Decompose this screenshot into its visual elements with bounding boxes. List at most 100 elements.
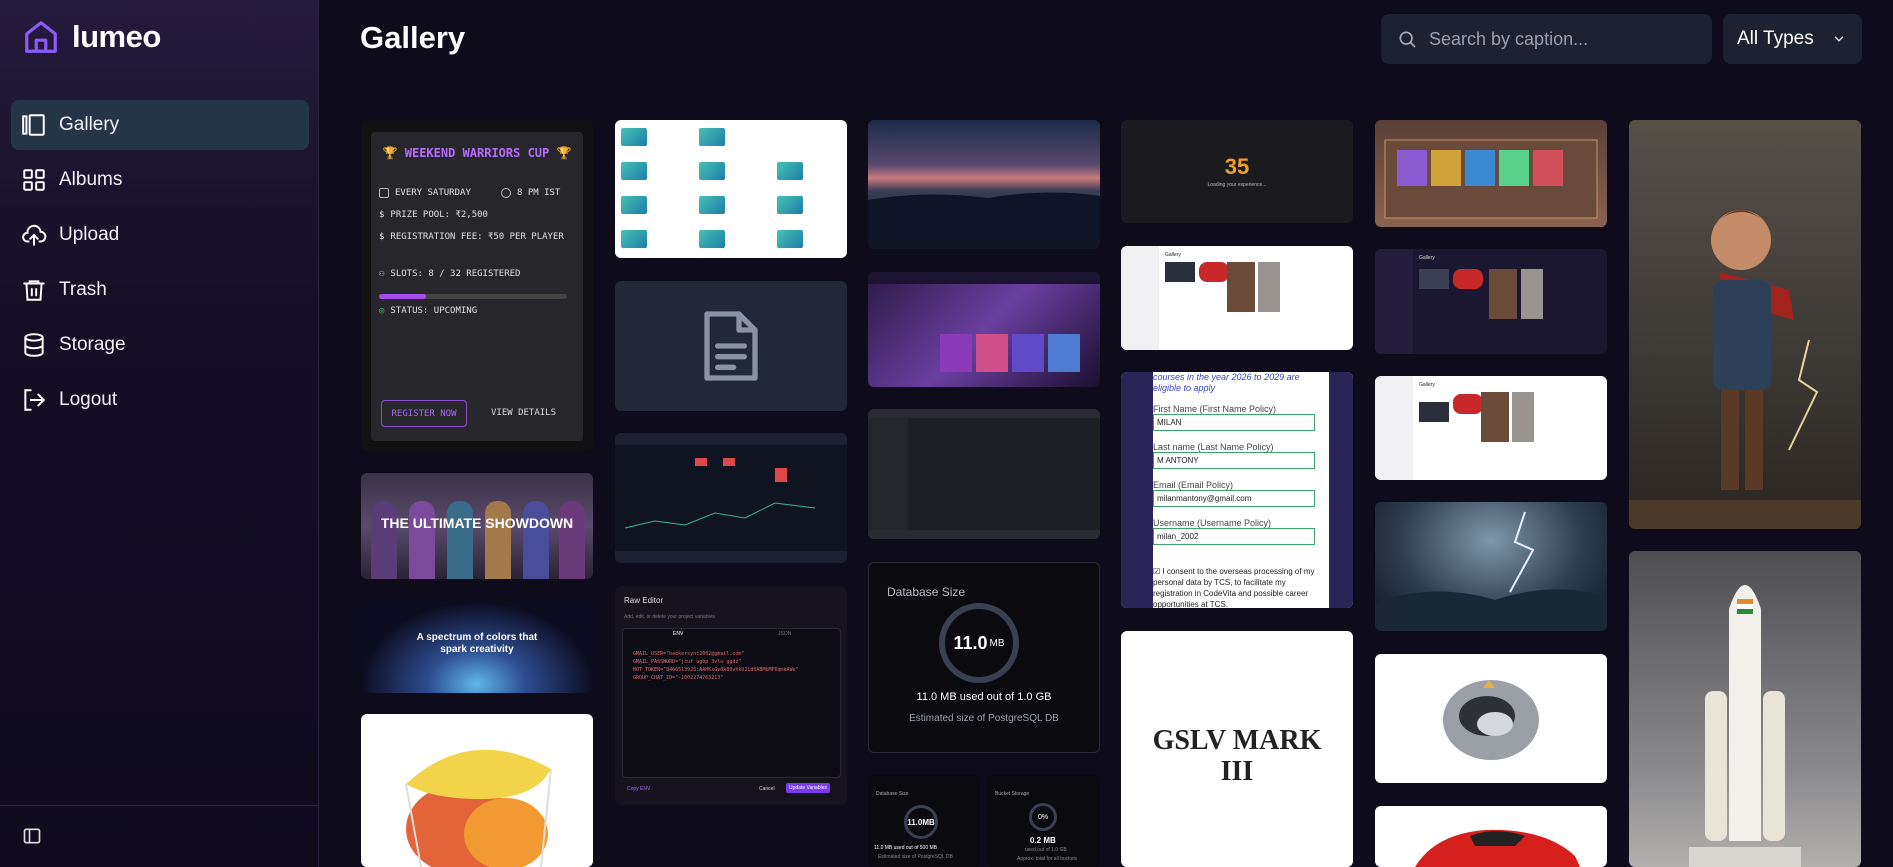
mini-thumb [1489,269,1517,319]
users-icon: ⚇ [379,269,385,279]
course-thumbnail [699,128,725,146]
sidebar: lumeo Gallery Albums Upload Trash Storag… [0,0,319,867]
email-field: milanmantony@gmail.com [1153,490,1315,507]
sidebar-toggle-icon[interactable] [22,826,42,846]
chevron-down-icon [1834,36,1844,42]
sidebar-item-gallery[interactable]: Gallery [11,100,309,150]
database-size-unit: MB [989,637,1005,649]
sidebar-item-albums[interactable]: Albums [11,155,309,205]
sidebar-footer [0,805,319,867]
mini-thumb [1199,262,1229,282]
home-logo-icon [25,21,57,53]
tournament-prize: $ PRIZE POOL: ₹2,500 [379,210,488,220]
type-filter-select[interactable]: All Types [1723,14,1862,64]
copy-env-link: Copy ENV [627,786,651,792]
gslv-rocket-model-image [1689,585,1801,867]
gallery-tile-database-size[interactable]: Database Size 11.0 MB 11.0 MB used out o… [868,562,1100,753]
sidebar-item-label: Albums [59,169,123,190]
gallery-tile-sunset[interactable] [868,120,1100,249]
player-figure [485,501,511,579]
tournament-time: 8 PM IST [501,188,560,198]
metallic-knot-image [1443,680,1539,760]
database-size-estimate: Estimated size of PostgreSQL DB [909,713,1059,724]
search-bar[interactable] [1381,14,1712,64]
sidebar-item-label: Upload [59,224,120,245]
gallery-tile-gslv[interactable]: GSLV MARK III [1121,631,1353,867]
search-input[interactable] [1429,28,1699,50]
gallery-tile-bucket-mini[interactable]: Bucket Storage 0% 0.2 MB used out of 1.0… [987,775,1100,867]
sidebar-item-label: Logout [59,389,118,410]
mini-thumb [1453,394,1483,414]
form-side-strip [1121,372,1153,608]
dollar-icon: $ [379,232,385,242]
tournament-fee: $ REGISTRATION FEE: ₹50 PER PLAYER [379,232,564,242]
spectrum-caption: A spectrum of colors that spark creativi… [361,632,593,656]
brand[interactable]: lumeo [22,18,161,56]
gallery-tile-tournament[interactable]: 🏆 WEEKEND WARRIORS CUP 🏆 EVERY SATURDAY … [361,120,593,451]
sidebar-nav: Gallery Albums Upload Trash Storage Logo… [11,100,309,430]
tournament-title: 🏆 WEEKEND WARRIORS CUP 🏆 [382,146,572,160]
gallery-tile-document[interactable] [615,281,847,411]
gallery-tile-boy[interactable] [1629,120,1861,529]
sidebar-item-logout[interactable]: Logout [11,375,309,425]
gallery-tile-game[interactable] [1375,120,1607,227]
gallery-tile-fruit[interactable] [361,714,593,867]
gallery-tile-courses[interactable] [615,120,847,258]
gallery-tile-code-editor[interactable] [868,409,1100,539]
mini-thumb [1419,269,1449,289]
app-name: lumeo [72,19,161,54]
spectrum-line-2: spark creativity [440,644,514,655]
database-size-used: 11.0 MB used out of 1.0 GB [916,691,1052,703]
sidebar-item-upload[interactable]: Upload [11,210,309,260]
username-field: milan_2002 [1153,528,1315,545]
sidebar-item-trash[interactable]: Trash [11,265,309,315]
gallery-tile-trading[interactable] [615,433,847,563]
database-icon [24,333,44,357]
lightning-storm-image [1375,511,1607,631]
desktop-wallpaper [868,192,1100,249]
grid-icon [23,169,45,191]
cloud-upload-icon [22,224,47,246]
gallery-tile-app-light-2[interactable]: Gallery [1375,376,1607,480]
mini-gallery-title: Gallery [1419,382,1435,388]
mini-gallery-title: Gallery [1419,255,1435,261]
spectrum-line-1: A spectrum of colors that [416,632,538,643]
tournament-card: 🏆 WEEKEND WARRIORS CUP 🏆 EVERY SATURDAY … [371,132,583,441]
gallery-tile-form[interactable]: courses in the year 2026 to 2029 are eli… [1121,372,1353,608]
raw-editor-title: Raw Editor [624,596,664,605]
dollar-icon: $ [379,210,385,220]
gallery-tile-app-dark[interactable]: Gallery [1375,249,1607,354]
course-thumbnail [621,230,647,248]
cancel-button: Cancel [759,786,775,792]
form-side-strip [1329,372,1353,608]
gallery-tile-raw-editor[interactable]: Raw Editor Add, edit, or delete your pro… [615,586,847,805]
update-variables-button: Update Variables [786,783,830,793]
gallery-tile-abstract-knot[interactable] [1375,654,1607,783]
gallery-tile-rocket[interactable] [1629,551,1861,867]
gallery-tile-spectrum[interactable]: A spectrum of colors that spark creativi… [361,602,593,693]
course-thumbnail [777,196,803,214]
db-mini-value: 11.0MB [904,805,938,839]
gallery-tile-loading[interactable]: 35 Loading your experience... [1121,120,1353,223]
form-intro: courses in the year 2026 to 2029 are eli… [1153,372,1300,393]
database-size-ring: 11.0 MB [939,603,1019,683]
form-card: courses in the year 2026 to 2029 are eli… [1153,372,1329,608]
database-size-value: 11.0 [953,632,988,653]
gallery-tile-streaming[interactable] [868,272,1100,387]
gallery-tile-storm[interactable] [1375,502,1607,631]
trash-icon [23,280,45,301]
gallery-tile-showdown[interactable]: THE ULTIMATE SHOWDOWN [361,473,593,579]
tournament-schedule: EVERY SATURDAY [379,188,471,198]
gslv-line-1: GSLV MARK [1152,725,1322,756]
sidebar-item-storage[interactable]: Storage [11,320,309,370]
email-label: Email (Email Policy) [1153,480,1234,490]
editor-line: BOT_TOKEN="8466513925:AAHKxGv0k80vhkU2Ld… [633,667,799,673]
trading-screenshot [615,433,847,563]
mini-thumb [1453,269,1483,289]
tab-env: ENV [673,631,684,637]
gallery-tile-car[interactable] [1375,806,1607,867]
gallery-tile-app-light[interactable]: Gallery [1121,246,1353,350]
view-details-link: VIEW DETAILS [491,408,557,418]
gallery-tile-db-mini[interactable]: Database Size 11.0MB 11.0 MB used out of… [868,775,980,867]
fruit-bag-image [405,749,552,867]
